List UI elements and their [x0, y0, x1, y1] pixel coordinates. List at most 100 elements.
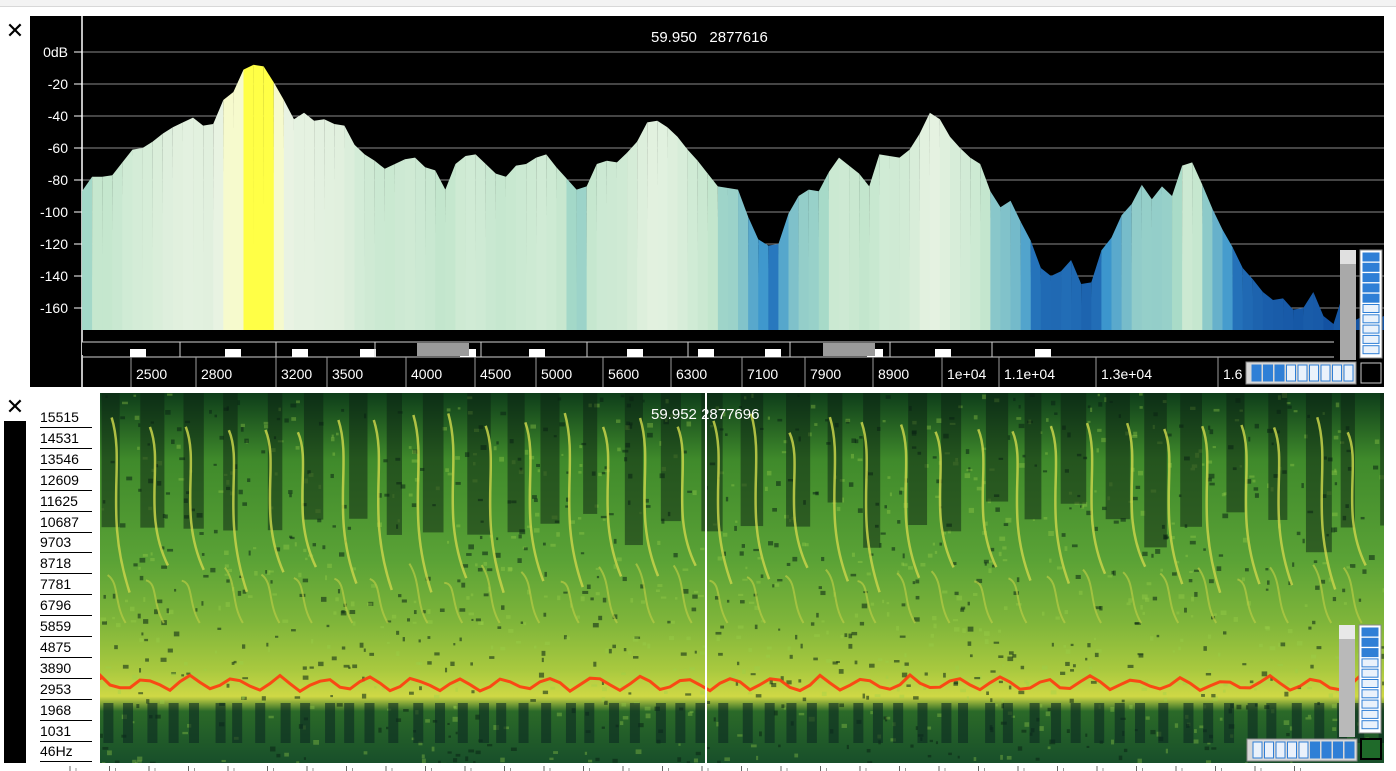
- waterfall-gap: [140, 393, 165, 528]
- waterfall-speckle: [1054, 412, 1058, 415]
- spectrum-bin: [1030, 240, 1042, 330]
- waterfall-speckle: [482, 551, 488, 556]
- spectrum-plot[interactable]: 0dB -20 -40 -60 -80 -100 -120 -140 -160 2500 2800 3…: [30, 16, 1384, 387]
- waterfall-speckle: [1334, 482, 1338, 486]
- waterfall-speckle: [455, 481, 461, 485]
- waterfall-speckle: [915, 595, 920, 600]
- waterfall-speckle: [1248, 436, 1251, 442]
- waterfall-speckle: [478, 621, 484, 626]
- waterfall-readout-time: 59.952: [651, 406, 697, 423]
- tab-strip: [0, 0, 1396, 7]
- waterfall-speckle: [468, 544, 474, 550]
- waterfall-speckle: [1236, 704, 1242, 710]
- waterfall-speckle: [906, 684, 911, 687]
- waterfall-speckle: [144, 638, 149, 642]
- waterfall-speckle: [1055, 616, 1060, 620]
- waterfall-speckle: [866, 695, 870, 700]
- close-waterfall-button[interactable]: ✕: [4, 396, 26, 418]
- spectrum-bin: [263, 66, 275, 331]
- waterfall-speckle: [289, 493, 292, 498]
- waterfall-speckle: [295, 446, 300, 450]
- waterfall-speckle: [445, 468, 449, 472]
- waterfall-speckle: [496, 441, 499, 445]
- waterfall-speckle: [490, 645, 494, 650]
- waterfall-speckle: [1207, 634, 1212, 639]
- waterfall-speckle: [150, 552, 153, 556]
- waterfall-speckle: [1342, 588, 1346, 593]
- spectrum-bin: [576, 186, 588, 330]
- waterfall-band: [1029, 703, 1040, 743]
- waterfall-speckle: [954, 627, 960, 632]
- waterfall-band: [655, 703, 666, 743]
- waterfall-speckle: [210, 567, 216, 573]
- waterfall-freq-label: 7781: [40, 575, 92, 596]
- spectrum-bin: [758, 239, 769, 330]
- marker-block: [130, 349, 146, 357]
- waterfall-speckle: [934, 550, 938, 554]
- close-spectrum-button[interactable]: ✕: [4, 20, 26, 42]
- waterfall-speckle: [535, 512, 540, 517]
- waterfall-speckle: [401, 599, 407, 603]
- waterfall-speckle: [1266, 580, 1270, 585]
- waterfall-band: [609, 703, 620, 743]
- spectrum-bin: [606, 160, 618, 330]
- waterfall-speckle: [943, 672, 946, 678]
- waterfall-speckle: [1069, 507, 1072, 510]
- spectrum-bin: [425, 167, 436, 330]
- waterfall-speckle: [359, 642, 364, 648]
- waterfall-speckle: [1201, 693, 1205, 697]
- waterfall-speckle: [657, 540, 661, 545]
- spectrum-bin: [717, 186, 729, 330]
- waterfall-speckle: [885, 660, 889, 663]
- waterfall-speckle: [487, 568, 493, 572]
- waterfall-speckle: [686, 636, 691, 641]
- waterfall-speckle: [337, 589, 341, 594]
- waterfall-speckle: [1293, 410, 1298, 413]
- waterfall-speckle: [622, 576, 627, 582]
- waterfall-speckle: [1132, 496, 1138, 501]
- waterfall-speckle: [1310, 664, 1314, 669]
- waterfall-band: [255, 703, 266, 743]
- freq-label: 1.3e+04: [1101, 366, 1152, 382]
- waterfall-speckle: [982, 394, 987, 400]
- waterfall-band: [496, 703, 507, 743]
- waterfall-vzoom-segment: [1361, 648, 1379, 658]
- waterfall-speckle: [396, 651, 400, 657]
- marker-block: [529, 349, 545, 357]
- waterfall-speckle: [1184, 607, 1187, 613]
- waterfall-speckle: [953, 682, 959, 686]
- waterfall-speckle: [1358, 598, 1362, 602]
- waterfall-speckle: [221, 759, 226, 763]
- waterfall-hzoom-segment: [1287, 741, 1297, 759]
- waterfall-speckle: [447, 722, 450, 725]
- waterfall-speckle: [336, 703, 343, 707]
- spectrum-bin: [1141, 184, 1153, 330]
- waterfall-speckle: [621, 702, 627, 707]
- waterfall-speckle: [102, 621, 107, 625]
- waterfall-speckle: [927, 553, 933, 558]
- waterfall-speckle: [145, 658, 149, 662]
- waterfall-speckle: [214, 650, 218, 654]
- waterfall-speckle: [138, 566, 141, 570]
- waterfall-speckle: [160, 657, 167, 662]
- waterfall-speckle: [103, 594, 106, 599]
- waterfall-speckle: [826, 658, 832, 663]
- waterfall-speckle: [1223, 492, 1227, 496]
- waterfall-speckle: [1190, 615, 1194, 618]
- waterfall-speckle: [483, 561, 488, 566]
- waterfall-speckle: [973, 415, 978, 420]
- waterfall-panel[interactable]: 59.952 2877696: [100, 393, 1384, 763]
- waterfall-speckle: [1045, 711, 1051, 717]
- spectrum-panel[interactable]: 0dB -20 -40 -60 -80 -100 -120 -140 -160 2500 2800 3…: [30, 16, 1384, 387]
- waterfall-speckle: [444, 667, 448, 673]
- spectrum-bin: [616, 152, 628, 330]
- waterfall-speckle: [667, 620, 671, 624]
- waterfall-band: [457, 703, 468, 743]
- waterfall-speckle: [781, 451, 787, 454]
- waterfall-plot[interactable]: [100, 393, 1384, 763]
- waterfall-speckle: [302, 666, 307, 670]
- spectrum-readout: 59.950 2877616: [651, 29, 768, 46]
- vzoom-segment: [1362, 262, 1380, 272]
- spectrum-bin: [778, 213, 790, 330]
- waterfall-speckle: [768, 541, 774, 546]
